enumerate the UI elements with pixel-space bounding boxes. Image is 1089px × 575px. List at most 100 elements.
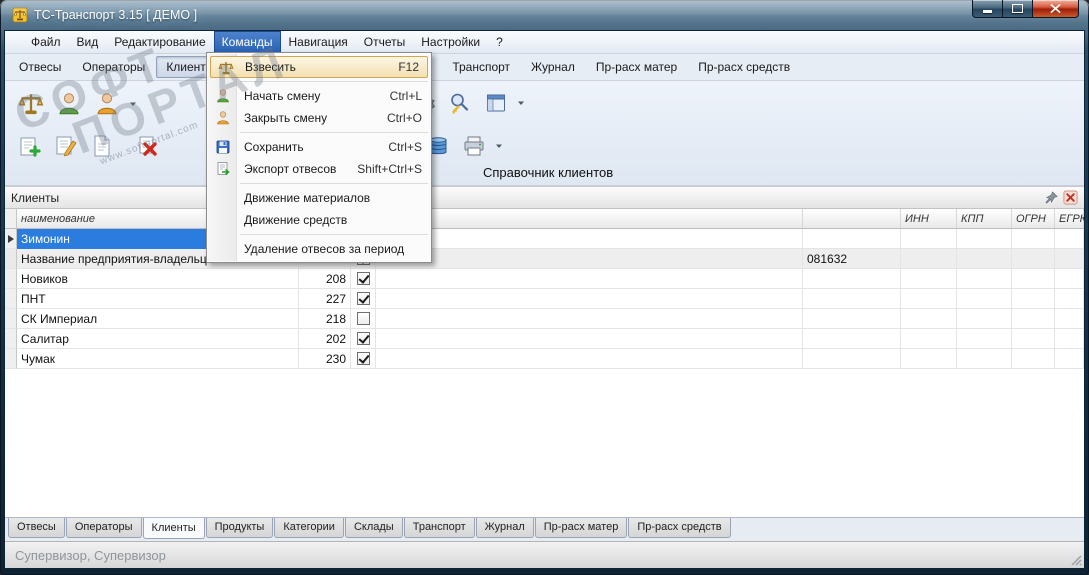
chevron-down-icon — [517, 99, 525, 107]
top-tab-pr-rash-mater[interactable]: Пр-расх матер — [586, 56, 687, 78]
menu-bar: Файл Вид Редактирование Команды Навигация Отч… — [5, 31, 1084, 54]
menu-view[interactable]: Вид — [69, 31, 107, 53]
cell-name: ПНТ — [17, 289, 299, 309]
bottom-tab-pr-rash-sredstv[interactable]: Пр-расх средств — [628, 518, 731, 538]
new-record-button[interactable] — [85, 129, 119, 163]
shift-menu-arrow[interactable] — [127, 87, 139, 121]
panels-menu-arrow[interactable] — [515, 86, 527, 120]
column-header-ogrn[interactable]: ОГРН — [1012, 209, 1055, 228]
column-header-gutter — [5, 209, 17, 228]
resize-grip[interactable] — [1069, 553, 1082, 566]
top-tab-transport[interactable]: Транспорт — [442, 56, 520, 78]
row-indicator — [5, 269, 17, 289]
print-button[interactable] — [457, 129, 491, 163]
maximize-icon — [1012, 4, 1023, 13]
row-checkbox[interactable] — [356, 272, 370, 285]
title-bar[interactable]: ТС-Транспорт 3.15 [ ДЕМО ] — [0, 0, 1089, 30]
top-tab-otvesy[interactable]: Отвесы — [9, 56, 71, 78]
top-tab-operatory[interactable]: Операторы — [72, 56, 155, 78]
maximize-button[interactable] — [1002, 0, 1032, 18]
menu-item-start-shift[interactable]: Начать смену Ctrl+L — [208, 85, 430, 107]
bottom-tab-transport[interactable]: Транспорт — [403, 518, 475, 538]
bottom-tab-pr-rash-mater[interactable]: Пр-расх матер — [534, 518, 628, 538]
bottom-tab-operatory[interactable]: Операторы — [65, 518, 142, 538]
cell-ogrn — [1012, 289, 1055, 309]
row-checkbox[interactable] — [356, 332, 370, 345]
weigh-button[interactable] — [13, 86, 49, 122]
menu-help[interactable]: ? — [488, 31, 511, 53]
bottom-tab-otvesy[interactable]: Отвесы — [8, 518, 65, 538]
table-row[interactable]: Новиков 208 — [5, 269, 1084, 289]
bottom-tab-zhurnal[interactable]: Журнал — [475, 518, 534, 538]
menu-item-materials-movement[interactable]: Движение материалов — [208, 187, 430, 209]
column-header-inn[interactable]: ИНН — [901, 209, 957, 228]
row-indicator — [5, 249, 17, 269]
menu-settings[interactable]: Настройки — [413, 31, 488, 53]
menu-item-export-weighings[interactable]: Экспорт отвесов Shift+Ctrl+S — [208, 158, 430, 180]
panel-close-icon[interactable] — [1063, 190, 1078, 205]
cell-inn — [901, 309, 957, 329]
window-title: ТС-Транспорт 3.15 [ ДЕМО ] — [34, 8, 198, 22]
menu-edit[interactable]: Редактирование — [106, 31, 213, 53]
menu-reports[interactable]: Отчеты — [356, 31, 413, 53]
bottom-tab-kategorii[interactable]: Категории — [274, 518, 344, 538]
top-tab-strip: ОтвесыОператорыКлиентыПродуктыКатегорииС… — [5, 54, 1084, 81]
pin-icon[interactable] — [1044, 190, 1059, 205]
cell-inn — [901, 249, 957, 269]
table-row[interactable]: Салитар 202 — [5, 329, 1084, 349]
cell-name: Чумак — [17, 349, 299, 369]
add-record-button[interactable] — [13, 129, 47, 163]
row-indicator — [5, 309, 17, 329]
row-indicator — [5, 229, 17, 249]
menu-navigation[interactable]: Навигация — [281, 31, 356, 53]
cell-kpp — [957, 289, 1012, 309]
user-start-icon — [215, 88, 231, 104]
table-row[interactable]: СК Империал 218 — [5, 309, 1084, 329]
print-menu-arrow[interactable] — [493, 129, 505, 163]
column-header-filler — [376, 209, 803, 228]
cell-inn — [901, 349, 957, 369]
menu-file[interactable]: Файл — [23, 31, 69, 53]
column-header-egrul[interactable]: ЕГРЮЛ — [1055, 209, 1084, 228]
row-checkbox[interactable] — [356, 352, 370, 365]
app-icon — [12, 7, 28, 23]
table-row[interactable]: Чумак 230 — [5, 349, 1084, 369]
table-row[interactable]: Зимонин — [5, 229, 1084, 249]
cell-egrul — [1055, 329, 1084, 349]
top-tab-pr-rash-sredstv[interactable]: Пр-расх средств — [688, 56, 800, 78]
close-shift-button[interactable] — [89, 86, 125, 122]
close-button[interactable] — [1032, 0, 1079, 18]
table-row[interactable]: ПНТ 227 — [5, 289, 1084, 309]
menu-item-weigh[interactable]: Взвесить F12 — [210, 56, 428, 78]
window-controls — [972, 0, 1079, 18]
top-tab-zhurnal[interactable]: Журнал — [521, 56, 585, 78]
edit-record-button[interactable] — [49, 129, 83, 163]
cell-name: Новиков — [17, 269, 299, 289]
cell-inn — [901, 269, 957, 289]
toolbar-caption: Справочник клиентов — [483, 165, 614, 180]
menu-item-delete-weighings-period[interactable]: Удаление отвесов за период — [208, 238, 430, 260]
bottom-tab-klienty[interactable]: Клиенты — [142, 518, 205, 539]
start-shift-button[interactable] — [51, 86, 87, 122]
row-checkbox[interactable] — [356, 292, 370, 305]
row-checkbox[interactable] — [356, 312, 370, 325]
delete-record-button[interactable] — [131, 129, 165, 163]
column-header-kpp[interactable]: КПП — [957, 209, 1012, 228]
menu-commands[interactable]: Команды — [213, 31, 281, 53]
menu-item-funds-movement[interactable]: Движение средств — [208, 209, 430, 231]
menu-item-save[interactable]: Сохранить Ctrl+S — [208, 136, 430, 158]
cell-filler — [376, 249, 803, 269]
bottom-tab-produkty[interactable]: Продукты — [205, 518, 274, 538]
cell-kpp — [957, 249, 1012, 269]
menu-item-close-shift[interactable]: Закрыть смену Ctrl+O — [208, 107, 430, 129]
minimize-button[interactable] — [972, 0, 1002, 18]
cell-ogrn — [1012, 269, 1055, 289]
grid-body: ЗимонинНазвание предприятия-владельца108… — [5, 229, 1084, 369]
bottom-tab-sklady[interactable]: Склады — [344, 518, 403, 538]
menu-item-label: Закрыть смену — [244, 111, 328, 125]
cell-ogrn — [1012, 329, 1055, 349]
cell-check — [351, 329, 376, 349]
search-button[interactable] — [443, 86, 477, 120]
table-row[interactable]: Название предприятия-владельца1081632 — [5, 249, 1084, 269]
panels-button[interactable] — [479, 86, 513, 120]
